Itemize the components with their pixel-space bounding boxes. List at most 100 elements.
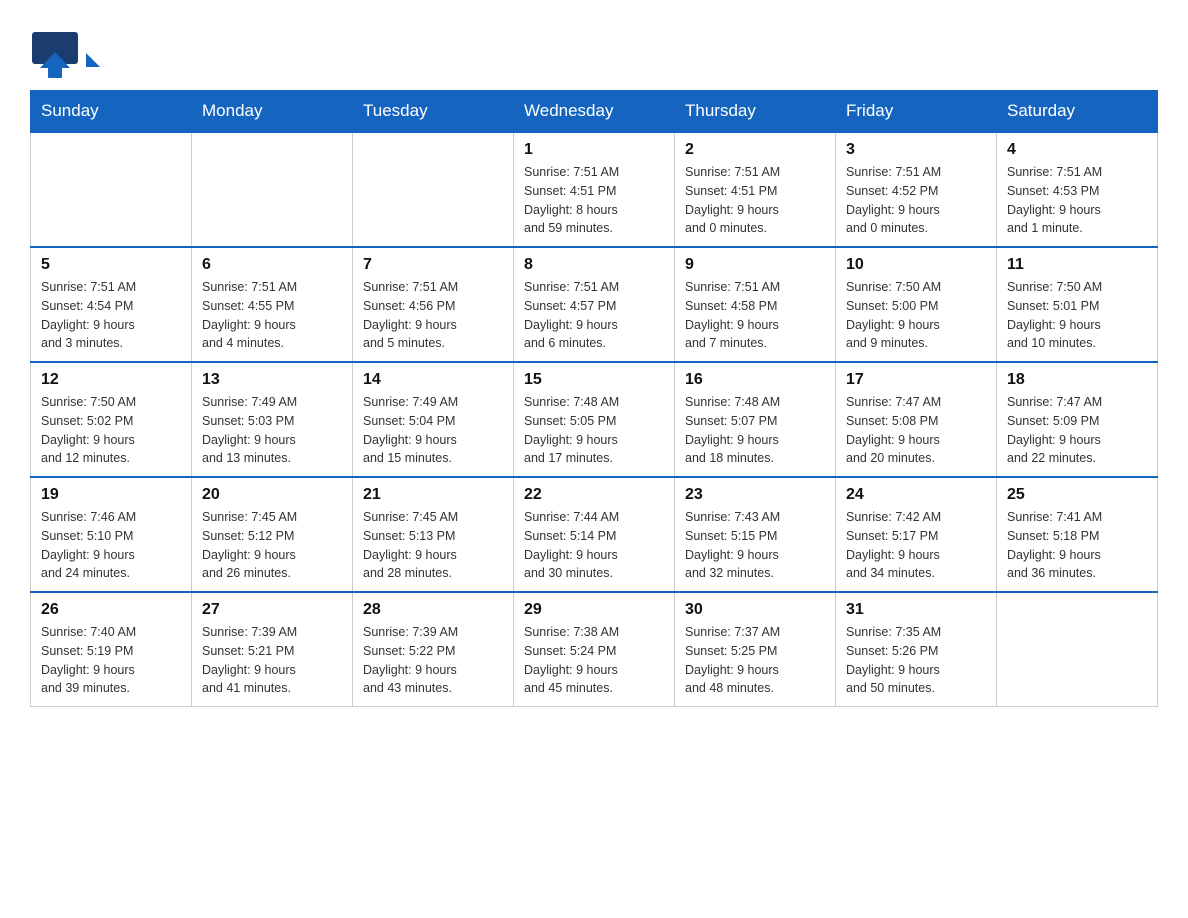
calendar-cell: 13Sunrise: 7:49 AMSunset: 5:03 PMDayligh… [192,362,353,477]
calendar-cell: 24 Sunrise: 7:42 AMSunset: 5:17 PMDayligh… [836,477,997,592]
calendar-week-row: 26Sunrise: 7:40 AMSunset: 5:19 PMDayligh… [31,592,1158,707]
day-number: 11 [1007,256,1147,274]
calendar-cell: 4Sunrise: 7:51 AMSunset: 4:53 PMDaylight… [997,132,1158,247]
calendar-header-thursday: Thursday [675,91,836,133]
calendar-cell: 20 Sunrise: 7:45 AMSunset: 5:12 PMDayligh… [192,477,353,592]
day-number: 31 [846,601,986,619]
day-number: 22 [524,486,664,504]
day-number: 29 [524,601,664,619]
day-number: 30 [685,601,825,619]
calendar-cell: 5 Sunrise: 7:51 AMSunset: 4:54 PMDaylight… [31,247,192,362]
calendar-cell: 7Sunrise: 7:51 AMSunset: 4:56 PMDaylight… [353,247,514,362]
day-info: Sunrise: 7:43 AMSunset: 5:15 PMDaylight:… [685,508,825,583]
calendar-cell: 3 Sunrise: 7:51 AMSunset: 4:52 PMDaylight… [836,132,997,247]
calendar-cell: 21 Sunrise: 7:45 AMSunset: 5:13 PMDayligh… [353,477,514,592]
logo [30,30,84,80]
day-info: Sunrise: 7:39 AMSunset: 5:22 PMDaylight:… [363,623,503,698]
calendar-cell: 26Sunrise: 7:40 AMSunset: 5:19 PMDayligh… [31,592,192,707]
day-number: 14 [363,371,503,389]
calendar-cell: 30 Sunrise: 7:37 AMSunset: 5:25 PMDayligh… [675,592,836,707]
calendar-cell: 16Sunrise: 7:48 AMSunset: 5:07 PMDayligh… [675,362,836,477]
page-header [30,20,1158,80]
calendar-cell: 11 Sunrise: 7:50 AMSunset: 5:01 PMDayligh… [997,247,1158,362]
day-number: 7 [363,256,503,274]
day-info: Sunrise: 7:42 AMSunset: 5:17 PMDaylight:… [846,508,986,583]
day-number: 2 [685,141,825,159]
day-info: Sunrise: 7:51 AMSunset: 4:52 PMDaylight:… [846,163,986,238]
calendar-cell: 27Sunrise: 7:39 AMSunset: 5:21 PMDayligh… [192,592,353,707]
calendar-header-friday: Friday [836,91,997,133]
day-number: 23 [685,486,825,504]
day-number: 9 [685,256,825,274]
calendar-week-row: 5 Sunrise: 7:51 AMSunset: 4:54 PMDaylight… [31,247,1158,362]
calendar-cell: 14Sunrise: 7:49 AMSunset: 5:04 PMDayligh… [353,362,514,477]
day-info: Sunrise: 7:35 AMSunset: 5:26 PMDaylight:… [846,623,986,698]
calendar-header-wednesday: Wednesday [514,91,675,133]
calendar-header-saturday: Saturday [997,91,1158,133]
day-info: Sunrise: 7:49 AMSunset: 5:03 PMDaylight:… [202,393,342,468]
calendar-table: SundayMondayTuesdayWednesdayThursdayFrid… [30,90,1158,707]
calendar-cell: 28 Sunrise: 7:39 AMSunset: 5:22 PMDayligh… [353,592,514,707]
calendar-header-row: SundayMondayTuesdayWednesdayThursdayFrid… [31,91,1158,133]
day-info: Sunrise: 7:47 AMSunset: 5:09 PMDaylight:… [1007,393,1147,468]
day-info: Sunrise: 7:41 AMSunset: 5:18 PMDaylight:… [1007,508,1147,583]
day-info: Sunrise: 7:46 AMSunset: 5:10 PMDaylight:… [41,508,181,583]
calendar-cell: 10 Sunrise: 7:50 AMSunset: 5:00 PMDayligh… [836,247,997,362]
day-number: 18 [1007,371,1147,389]
calendar-cell: 31 Sunrise: 7:35 AMSunset: 5:26 PMDayligh… [836,592,997,707]
day-info: Sunrise: 7:37 AMSunset: 5:25 PMDaylight:… [685,623,825,698]
calendar-cell: 1 Sunrise: 7:51 AMSunset: 4:51 PMDaylight… [514,132,675,247]
day-info: Sunrise: 7:45 AMSunset: 5:12 PMDaylight:… [202,508,342,583]
calendar-week-row: 12Sunrise: 7:50 AMSunset: 5:02 PMDayligh… [31,362,1158,477]
day-info: Sunrise: 7:50 AMSunset: 5:01 PMDaylight:… [1007,278,1147,353]
day-number: 6 [202,256,342,274]
day-number: 28 [363,601,503,619]
day-number: 26 [41,601,181,619]
calendar-cell [997,592,1158,707]
day-info: Sunrise: 7:48 AMSunset: 5:07 PMDaylight:… [685,393,825,468]
day-info: Sunrise: 7:50 AMSunset: 5:02 PMDaylight:… [41,393,181,468]
day-number: 21 [363,486,503,504]
day-number: 19 [41,486,181,504]
day-number: 10 [846,256,986,274]
day-number: 5 [41,256,181,274]
day-info: Sunrise: 7:38 AMSunset: 5:24 PMDaylight:… [524,623,664,698]
calendar-cell: 18 Sunrise: 7:47 AMSunset: 5:09 PMDayligh… [997,362,1158,477]
day-info: Sunrise: 7:44 AMSunset: 5:14 PMDaylight:… [524,508,664,583]
logo-icon [30,30,80,80]
calendar-cell: 25 Sunrise: 7:41 AMSunset: 5:18 PMDayligh… [997,477,1158,592]
day-info: Sunrise: 7:47 AMSunset: 5:08 PMDaylight:… [846,393,986,468]
calendar-header-sunday: Sunday [31,91,192,133]
day-info: Sunrise: 7:51 AMSunset: 4:51 PMDaylight:… [524,163,664,238]
day-info: Sunrise: 7:50 AMSunset: 5:00 PMDaylight:… [846,278,986,353]
day-number: 3 [846,141,986,159]
day-info: Sunrise: 7:39 AMSunset: 5:21 PMDaylight:… [202,623,342,698]
calendar-week-row: 19 Sunrise: 7:46 AMSunset: 5:10 PMDayligh… [31,477,1158,592]
day-number: 1 [524,141,664,159]
day-info: Sunrise: 7:51 AMSunset: 4:54 PMDaylight:… [41,278,181,353]
calendar-cell: 6 Sunrise: 7:51 AMSunset: 4:55 PMDaylight… [192,247,353,362]
day-number: 25 [1007,486,1147,504]
day-number: 24 [846,486,986,504]
calendar-cell: 9 Sunrise: 7:51 AMSunset: 4:58 PMDaylight… [675,247,836,362]
calendar-cell [192,132,353,247]
day-info: Sunrise: 7:48 AMSunset: 5:05 PMDaylight:… [524,393,664,468]
calendar-cell: 8Sunrise: 7:51 AMSunset: 4:57 PMDaylight… [514,247,675,362]
day-info: Sunrise: 7:51 AMSunset: 4:55 PMDaylight:… [202,278,342,353]
day-number: 20 [202,486,342,504]
day-number: 15 [524,371,664,389]
calendar-cell: 15 Sunrise: 7:48 AMSunset: 5:05 PMDayligh… [514,362,675,477]
calendar-cell [31,132,192,247]
day-info: Sunrise: 7:45 AMSunset: 5:13 PMDaylight:… [363,508,503,583]
calendar-cell: 19 Sunrise: 7:46 AMSunset: 5:10 PMDayligh… [31,477,192,592]
day-number: 17 [846,371,986,389]
calendar-header-tuesday: Tuesday [353,91,514,133]
calendar-cell: 2Sunrise: 7:51 AMSunset: 4:51 PMDaylight… [675,132,836,247]
calendar-cell: 29 Sunrise: 7:38 AMSunset: 5:24 PMDayligh… [514,592,675,707]
day-info: Sunrise: 7:51 AMSunset: 4:58 PMDaylight:… [685,278,825,353]
calendar-cell [353,132,514,247]
calendar-cell: 12Sunrise: 7:50 AMSunset: 5:02 PMDayligh… [31,362,192,477]
day-info: Sunrise: 7:51 AMSunset: 4:53 PMDaylight:… [1007,163,1147,238]
calendar-week-row: 1 Sunrise: 7:51 AMSunset: 4:51 PMDaylight… [31,132,1158,247]
calendar-cell: 17 Sunrise: 7:47 AMSunset: 5:08 PMDayligh… [836,362,997,477]
